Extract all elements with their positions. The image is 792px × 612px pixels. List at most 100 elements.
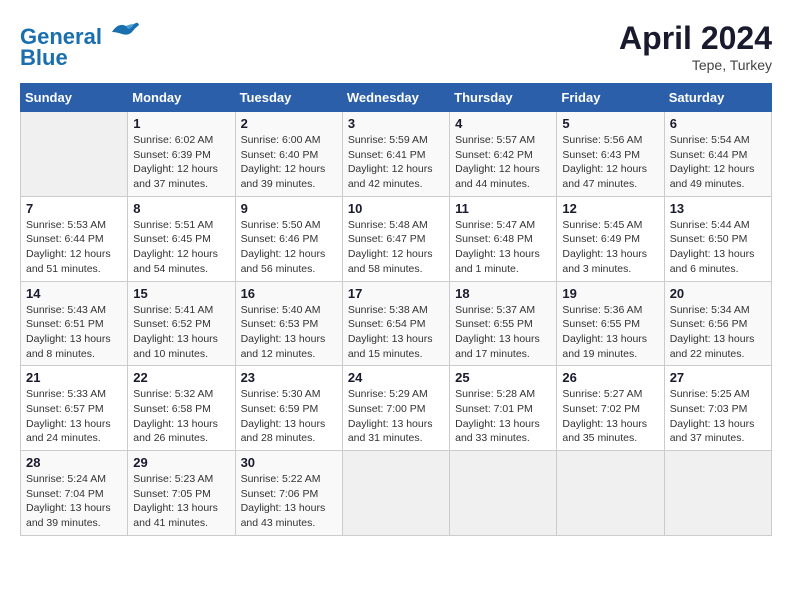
day-header-wednesday: Wednesday [342, 84, 449, 112]
calendar-body: 1 Sunrise: 6:02 AMSunset: 6:39 PMDaylight… [21, 112, 772, 536]
day-info: Sunrise: 5:22 AMSunset: 7:06 PMDaylight:… [241, 472, 337, 531]
day-info: Sunrise: 5:47 AMSunset: 6:48 PMDaylight:… [455, 218, 551, 277]
day-number: 28 [26, 455, 122, 470]
day-info: Sunrise: 5:32 AMSunset: 6:58 PMDaylight:… [133, 387, 229, 446]
day-number: 12 [562, 201, 658, 216]
day-info: Sunrise: 5:29 AMSunset: 7:00 PMDaylight:… [348, 387, 444, 446]
day-header-monday: Monday [128, 84, 235, 112]
page-header: General Blue April 2024 Tepe, Turkey [20, 20, 772, 73]
calendar-header-row: SundayMondayTuesdayWednesdayThursdayFrid… [21, 84, 772, 112]
day-info: Sunrise: 5:30 AMSunset: 6:59 PMDaylight:… [241, 387, 337, 446]
day-info: Sunrise: 5:53 AMSunset: 6:44 PMDaylight:… [26, 218, 122, 277]
day-number: 16 [241, 286, 337, 301]
day-info: Sunrise: 5:54 AMSunset: 6:44 PMDaylight:… [670, 133, 766, 192]
calendar-cell: 23 Sunrise: 5:30 AMSunset: 6:59 PMDayligh… [235, 366, 342, 451]
day-info: Sunrise: 5:34 AMSunset: 6:56 PMDaylight:… [670, 303, 766, 362]
day-info: Sunrise: 6:00 AMSunset: 6:40 PMDaylight:… [241, 133, 337, 192]
day-number: 1 [133, 116, 229, 131]
day-info: Sunrise: 5:24 AMSunset: 7:04 PMDaylight:… [26, 472, 122, 531]
day-info: Sunrise: 5:43 AMSunset: 6:51 PMDaylight:… [26, 303, 122, 362]
day-info: Sunrise: 5:33 AMSunset: 6:57 PMDaylight:… [26, 387, 122, 446]
day-info: Sunrise: 5:48 AMSunset: 6:47 PMDaylight:… [348, 218, 444, 277]
calendar-cell: 14 Sunrise: 5:43 AMSunset: 6:51 PMDayligh… [21, 281, 128, 366]
day-number: 21 [26, 370, 122, 385]
day-info: Sunrise: 5:44 AMSunset: 6:50 PMDaylight:… [670, 218, 766, 277]
day-number: 25 [455, 370, 551, 385]
calendar-cell: 2 Sunrise: 6:00 AMSunset: 6:40 PMDaylight… [235, 112, 342, 197]
logo-bird-icon [110, 20, 140, 44]
calendar-cell: 28 Sunrise: 5:24 AMSunset: 7:04 PMDayligh… [21, 451, 128, 536]
calendar-cell: 5 Sunrise: 5:56 AMSunset: 6:43 PMDaylight… [557, 112, 664, 197]
calendar-cell: 4 Sunrise: 5:57 AMSunset: 6:42 PMDaylight… [450, 112, 557, 197]
day-info: Sunrise: 5:51 AMSunset: 6:45 PMDaylight:… [133, 218, 229, 277]
calendar-week-5: 28 Sunrise: 5:24 AMSunset: 7:04 PMDayligh… [21, 451, 772, 536]
day-number: 17 [348, 286, 444, 301]
calendar-cell: 1 Sunrise: 6:02 AMSunset: 6:39 PMDaylight… [128, 112, 235, 197]
logo: General Blue [20, 20, 140, 71]
calendar-cell: 9Sunrise: 5:50 AMSunset: 6:46 PMDaylight… [235, 196, 342, 281]
calendar-cell: 8 Sunrise: 5:51 AMSunset: 6:45 PMDaylight… [128, 196, 235, 281]
calendar-cell: 24Sunrise: 5:29 AMSunset: 7:00 PMDayligh… [342, 366, 449, 451]
calendar-cell: 21 Sunrise: 5:33 AMSunset: 6:57 PMDayligh… [21, 366, 128, 451]
day-number: 10 [348, 201, 444, 216]
day-number: 27 [670, 370, 766, 385]
day-number: 11 [455, 201, 551, 216]
calendar-cell: 7 Sunrise: 5:53 AMSunset: 6:44 PMDaylight… [21, 196, 128, 281]
day-info: Sunrise: 5:57 AMSunset: 6:42 PMDaylight:… [455, 133, 551, 192]
calendar-cell [450, 451, 557, 536]
day-header-saturday: Saturday [664, 84, 771, 112]
calendar-cell: 11 Sunrise: 5:47 AMSunset: 6:48 PMDayligh… [450, 196, 557, 281]
calendar-cell: 29 Sunrise: 5:23 AMSunset: 7:05 PMDayligh… [128, 451, 235, 536]
day-number: 4 [455, 116, 551, 131]
day-info: Sunrise: 5:36 AMSunset: 6:55 PMDaylight:… [562, 303, 658, 362]
day-number: 29 [133, 455, 229, 470]
day-info: Sunrise: 5:37 AMSunset: 6:55 PMDaylight:… [455, 303, 551, 362]
day-number: 14 [26, 286, 122, 301]
day-number: 23 [241, 370, 337, 385]
calendar-cell: 15 Sunrise: 5:41 AMSunset: 6:52 PMDayligh… [128, 281, 235, 366]
day-info: Sunrise: 5:27 AMSunset: 7:02 PMDaylight:… [562, 387, 658, 446]
day-info: Sunrise: 5:38 AMSunset: 6:54 PMDaylight:… [348, 303, 444, 362]
calendar-week-1: 1 Sunrise: 6:02 AMSunset: 6:39 PMDaylight… [21, 112, 772, 197]
day-number: 9 [241, 201, 337, 216]
day-number: 20 [670, 286, 766, 301]
calendar-cell: 26Sunrise: 5:27 AMSunset: 7:02 PMDayligh… [557, 366, 664, 451]
day-info: Sunrise: 5:56 AMSunset: 6:43 PMDaylight:… [562, 133, 658, 192]
day-number: 30 [241, 455, 337, 470]
calendar-cell: 13 Sunrise: 5:44 AMSunset: 6:50 PMDayligh… [664, 196, 771, 281]
day-info: Sunrise: 5:45 AMSunset: 6:49 PMDaylight:… [562, 218, 658, 277]
location-subtitle: Tepe, Turkey [619, 57, 772, 73]
day-number: 3 [348, 116, 444, 131]
calendar-table: SundayMondayTuesdayWednesdayThursdayFrid… [20, 83, 772, 536]
day-number: 7 [26, 201, 122, 216]
calendar-cell: 27 Sunrise: 5:25 AMSunset: 7:03 PMDayligh… [664, 366, 771, 451]
calendar-cell: 25Sunrise: 5:28 AMSunset: 7:01 PMDayligh… [450, 366, 557, 451]
day-info: Sunrise: 6:02 AMSunset: 6:39 PMDaylight:… [133, 133, 229, 192]
calendar-cell: 19Sunrise: 5:36 AMSunset: 6:55 PMDayligh… [557, 281, 664, 366]
day-info: Sunrise: 5:23 AMSunset: 7:05 PMDaylight:… [133, 472, 229, 531]
calendar-cell: 20 Sunrise: 5:34 AMSunset: 6:56 PMDayligh… [664, 281, 771, 366]
day-number: 8 [133, 201, 229, 216]
day-number: 13 [670, 201, 766, 216]
month-title: April 2024 [619, 20, 772, 57]
day-number: 15 [133, 286, 229, 301]
day-number: 6 [670, 116, 766, 131]
calendar-cell [557, 451, 664, 536]
calendar-cell: 18 Sunrise: 5:37 AMSunset: 6:55 PMDayligh… [450, 281, 557, 366]
day-number: 2 [241, 116, 337, 131]
calendar-cell: 30 Sunrise: 5:22 AMSunset: 7:06 PMDayligh… [235, 451, 342, 536]
calendar-cell [342, 451, 449, 536]
calendar-week-4: 21 Sunrise: 5:33 AMSunset: 6:57 PMDayligh… [21, 366, 772, 451]
day-header-friday: Friday [557, 84, 664, 112]
calendar-week-2: 7 Sunrise: 5:53 AMSunset: 6:44 PMDaylight… [21, 196, 772, 281]
day-number: 18 [455, 286, 551, 301]
calendar-cell: 6 Sunrise: 5:54 AMSunset: 6:44 PMDaylight… [664, 112, 771, 197]
calendar-cell: 3Sunrise: 5:59 AMSunset: 6:41 PMDaylight… [342, 112, 449, 197]
calendar-week-3: 14 Sunrise: 5:43 AMSunset: 6:51 PMDayligh… [21, 281, 772, 366]
day-info: Sunrise: 5:25 AMSunset: 7:03 PMDaylight:… [670, 387, 766, 446]
calendar-cell: 17 Sunrise: 5:38 AMSunset: 6:54 PMDayligh… [342, 281, 449, 366]
day-number: 5 [562, 116, 658, 131]
day-header-thursday: Thursday [450, 84, 557, 112]
calendar-cell [664, 451, 771, 536]
day-info: Sunrise: 5:41 AMSunset: 6:52 PMDaylight:… [133, 303, 229, 362]
